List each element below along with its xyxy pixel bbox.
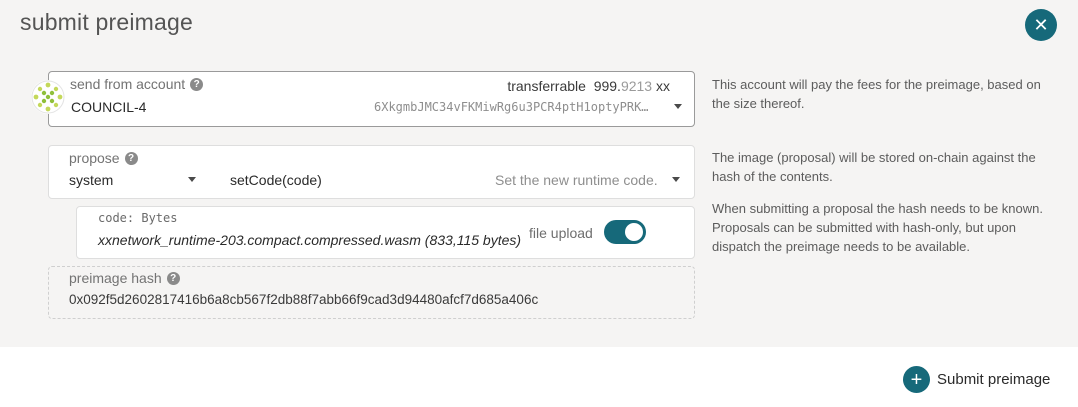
help-icon[interactable]: ?	[166, 271, 180, 285]
account-address: 6XkgmbJMC34vFKMiwRg6u3PCR4ptH1optyPRK…	[374, 100, 649, 114]
account-label-row: send from account ?	[70, 76, 204, 92]
preimage-hash-label-row: preimage hash ?	[69, 270, 180, 286]
chevron-down-icon[interactable]	[188, 177, 196, 182]
transferrable-label: transferrable	[507, 78, 586, 94]
preimage-hash-label: preimage hash	[69, 270, 162, 286]
code-label: code: Bytes	[98, 211, 178, 225]
preimage-hash-field: preimage hash ? 0x092f5d2602817416b6a8cb…	[48, 266, 695, 319]
code-param[interactable]: code: Bytes xxnetwork_runtime-203.compac…	[76, 206, 695, 259]
account-label: send from account	[70, 76, 186, 92]
file-upload-toggle[interactable]	[604, 220, 646, 244]
account-help-text: This account will pay the fees for the p…	[712, 77, 1041, 111]
propose-selector: propose ? system setCode(code) Set the n…	[48, 145, 695, 199]
propose-label-row: propose ?	[69, 150, 138, 166]
chevron-down-icon[interactable]	[674, 104, 682, 109]
help-icon[interactable]: ?	[190, 77, 204, 91]
proposal-hash-help-text: When submitting a proposal the hash need…	[712, 201, 1043, 254]
modal-title: submit preimage	[20, 9, 194, 35]
method-description: Set the new runtime code.	[495, 172, 658, 188]
transferrable-balance: transferrable 999.9213 xx	[507, 78, 670, 94]
submit-label: Submit preimage	[937, 371, 1051, 388]
file-upload-label: file upload	[529, 225, 593, 241]
balance-unit: xx	[656, 78, 670, 94]
propose-help-text: The image (proposal) will be stored on-c…	[712, 150, 1036, 184]
submit-preimage-button[interactable]: + Submit preimage	[903, 366, 1050, 393]
balance-integer: 999.	[593, 78, 621, 94]
help-icon[interactable]: ?	[124, 151, 138, 165]
balance-decimals: 9213	[620, 78, 653, 94]
account-selector[interactable]: send from account ? transferrable 999.92…	[48, 71, 695, 127]
propose-label: propose	[69, 150, 120, 166]
account-name: COUNCIL-4	[71, 99, 147, 115]
chevron-down-icon[interactable]	[672, 177, 680, 182]
close-icon: ✕	[1033, 14, 1049, 35]
method-value: setCode(code)	[230, 172, 322, 188]
code-file-name: xxnetwork_runtime-203.compact.compressed…	[98, 232, 522, 248]
close-button[interactable]: ✕	[1025, 9, 1057, 41]
plus-icon: +	[903, 366, 930, 393]
section-value: system	[69, 172, 114, 188]
toggle-knob	[625, 223, 643, 241]
preimage-hash-value: 0x092f5d2602817416b6a8cb567f2db88f7abb66…	[69, 292, 539, 307]
account-identicon	[31, 80, 65, 114]
